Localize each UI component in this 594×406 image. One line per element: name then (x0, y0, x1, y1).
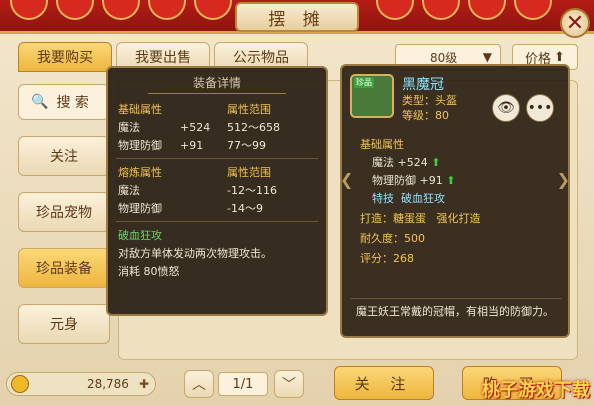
more-button[interactable]: ••• (526, 94, 554, 122)
base-attr-title: 基础属性 (118, 103, 162, 116)
refine-attr-range: -14～9 (227, 202, 263, 215)
more-icon: ••• (527, 100, 553, 116)
skill-name: 破血狂攻 (118, 229, 162, 242)
base-attr-name: 魔法 (118, 121, 140, 134)
item-stat: 物理防御 +91 ⬆ (372, 174, 456, 187)
search-icon: 🔍 (31, 94, 49, 110)
tab-buy[interactable]: 我要购买 (18, 42, 112, 72)
category-rare-equip[interactable]: 珍品装备 (18, 248, 110, 288)
chevron-down-icon: ▼ (482, 50, 492, 64)
item-level: 等级：80 (402, 109, 449, 122)
eye-icon: 👁 (497, 100, 515, 116)
skill-cost: 消耗 80愤怒 (118, 265, 180, 278)
refine-attr-name: 魔法 (118, 184, 140, 197)
item-score: 评分：268 (360, 252, 414, 265)
base-range-title: 属性范围 (227, 103, 271, 116)
detail-header: 装备详情 (148, 72, 286, 94)
base-attr-range: 77～99 (227, 139, 266, 152)
watermark-logo: 桃子游戏下载 (482, 380, 590, 401)
chevron-down-icon: ﹀ (282, 377, 296, 393)
window-title: 摆 摊 (235, 2, 359, 32)
follow-button[interactable]: 关 注 (334, 366, 434, 400)
next-arrow-icon[interactable]: ❯ (557, 170, 570, 189)
stall-window: 摆 摊 ✕ 我要购买 我要出售 公示物品 80级 ▼ 价格 ⬆ 🔍 搜 索 关注… (0, 0, 594, 406)
item-stat: 魔法 +524 ⬆ (372, 156, 441, 169)
item-type: 类型：头盔 (402, 94, 457, 107)
item-card: 珍品 黑魔冠 类型：头盔 等级：80 👁 ••• 基础属性 魔法 +524 ⬆ … (340, 64, 570, 338)
refine-attr-title: 熔炼属性 (118, 166, 162, 179)
divider (350, 298, 562, 299)
divider (116, 221, 318, 222)
item-forge: 打造：糖蛋蛋 强化打造 (360, 212, 481, 225)
chevron-up-icon: ︿ (192, 377, 206, 393)
coin-amount: 28,786 (86, 377, 129, 391)
page-down-button[interactable]: ﹀ (274, 370, 304, 398)
rare-badge: 珍品 (354, 77, 374, 88)
close-icon: ✕ (565, 10, 585, 36)
close-button[interactable]: ✕ (560, 8, 590, 38)
item-icon: 珍品 (350, 74, 394, 118)
base-attr-range: 512～658 (227, 121, 280, 134)
equipment-detail-popup: 装备详情 基础属性 属性范围 魔法 +524 512～658 物理防御 +91 … (106, 66, 328, 316)
base-attr-name: 物理防御 (118, 139, 162, 152)
sort-arrow-icon: ⬆ (554, 49, 565, 65)
category-list: 🔍 搜 索 关注 珍品宠物 珍品装备 元身 (18, 84, 110, 360)
item-special: 特技 破血狂攻 (372, 192, 445, 205)
base-attr-value: +524 (180, 120, 211, 134)
refine-attr-name: 物理防御 (118, 202, 162, 215)
page-up-button[interactable]: ︿ (184, 370, 214, 398)
stat-up-icon: ⬆ (446, 174, 456, 187)
item-name: 黑魔冠 (402, 77, 444, 93)
page-indicator: 1/1 (218, 372, 268, 396)
preview-button[interactable]: 👁 (492, 94, 520, 122)
stat-up-icon: ⬆ (431, 156, 441, 169)
item-description: 魔王妖王常戴的冠帽，有相当的防御力。 (356, 305, 554, 318)
skill-description: 对敌方单体发动两次物理攻击。 (118, 247, 272, 260)
coin-icon (11, 375, 29, 393)
level-value: 80级 (430, 50, 458, 65)
divider (116, 158, 318, 159)
category-follow[interactable]: 关注 (18, 136, 110, 176)
category-yuanshen[interactable]: 元身 (18, 304, 110, 344)
prev-arrow-icon[interactable]: ❮ (340, 170, 353, 189)
add-coin-icon[interactable]: ✚ (139, 377, 155, 391)
refine-range-title: 属性范围 (227, 166, 271, 179)
coin-balance: 28,786 ✚ (6, 372, 156, 396)
search-label: 搜 索 (56, 95, 89, 111)
refine-attr-range: -12～116 (227, 184, 277, 197)
category-rare-pet[interactable]: 珍品宠物 (18, 192, 110, 232)
base-attr-value: +91 (180, 138, 204, 152)
item-base-title: 基础属性 (360, 138, 404, 151)
item-durability: 耐久度：500 (360, 232, 425, 245)
search-button[interactable]: 🔍 搜 索 (18, 84, 110, 120)
